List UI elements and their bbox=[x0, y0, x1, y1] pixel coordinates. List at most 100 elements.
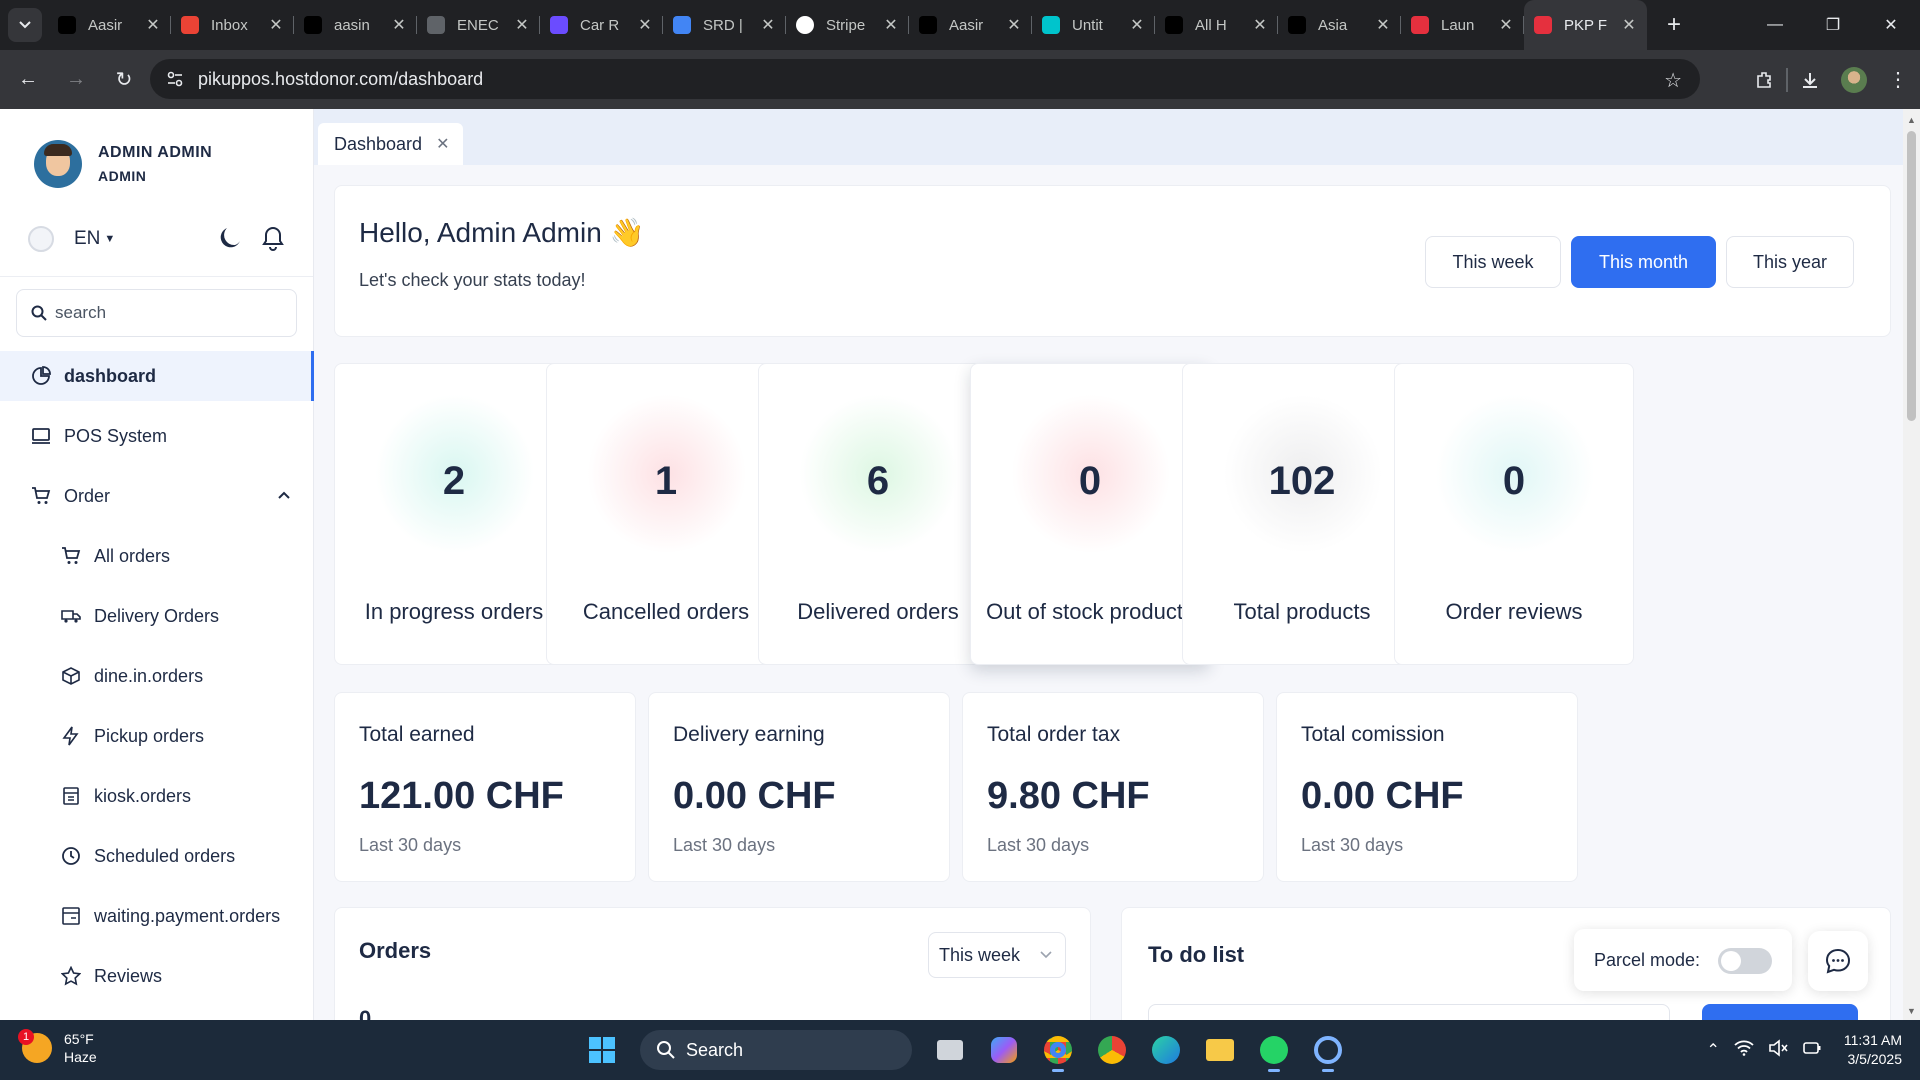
volume-muted-icon[interactable] bbox=[1768, 1038, 1788, 1062]
new-tab-button[interactable]: + bbox=[1657, 8, 1691, 42]
reload-button[interactable]: ↻ bbox=[104, 60, 144, 100]
stat-card[interactable]: 1 Cancelled orders bbox=[546, 363, 786, 665]
caret-down-icon[interactable]: ▼ bbox=[104, 233, 115, 245]
forward-button[interactable]: → bbox=[56, 60, 96, 100]
restore-button[interactable]: ❐ bbox=[1804, 0, 1862, 50]
battery-icon[interactable] bbox=[1802, 1040, 1822, 1061]
browser-tab[interactable]: Car R ✕ bbox=[540, 0, 663, 50]
minimize-button[interactable]: — bbox=[1746, 0, 1804, 50]
close-tab-icon[interactable]: ✕ bbox=[1006, 15, 1022, 35]
page-scrollbar[interactable]: ▲ ▼ bbox=[1903, 109, 1920, 1020]
language-flag-icon[interactable] bbox=[28, 225, 54, 252]
browser-tab[interactable]: Inbox ✕ bbox=[171, 0, 294, 50]
browser-tab[interactable]: Asia ✕ bbox=[1278, 0, 1401, 50]
scroll-down-icon[interactable]: ▼ bbox=[1907, 1006, 1916, 1016]
user-block[interactable]: ADMIN ADMIN ADMIN bbox=[0, 109, 313, 201]
whatsapp-icon[interactable] bbox=[1252, 1028, 1296, 1072]
browser-tab[interactable]: All H ✕ bbox=[1155, 0, 1278, 50]
language-selector[interactable]: EN bbox=[74, 228, 100, 250]
task-view-icon[interactable] bbox=[928, 1028, 972, 1072]
file-explorer-icon[interactable] bbox=[1198, 1028, 1242, 1072]
close-tab-icon[interactable]: ✕ bbox=[883, 15, 899, 35]
stat-card[interactable]: 2 In progress orders bbox=[334, 363, 574, 665]
truck-icon bbox=[60, 605, 82, 627]
close-tab-icon[interactable]: ✕ bbox=[145, 15, 161, 35]
bookmark-star-icon[interactable]: ☆ bbox=[1664, 68, 1682, 93]
browser-tab[interactable]: ENEC ✕ bbox=[417, 0, 540, 50]
chrome-profile-icon[interactable] bbox=[1090, 1028, 1134, 1072]
orders-period-select[interactable]: This week bbox=[928, 932, 1066, 978]
stat-card[interactable]: 0 Order reviews bbox=[1394, 363, 1634, 665]
stat-card[interactable]: 102 Total products bbox=[1182, 363, 1422, 665]
wave-emoji-icon: 👋 bbox=[609, 217, 645, 248]
wifi-icon[interactable] bbox=[1734, 1040, 1754, 1061]
back-button[interactable]: ← bbox=[8, 60, 48, 100]
sidebar-item-dine-in-orders[interactable]: dine.in.orders bbox=[0, 651, 313, 701]
app-notification-icon[interactable] bbox=[1306, 1028, 1350, 1072]
sidebar-item-scheduled-orders[interactable]: Scheduled orders bbox=[0, 831, 313, 881]
sidebar-item-kiosk-orders[interactable]: kiosk.orders bbox=[0, 771, 313, 821]
chat-button[interactable] bbox=[1808, 931, 1868, 991]
sidebar-item-waiting-payment-orders[interactable]: waiting.payment.orders bbox=[0, 891, 313, 941]
close-window-button[interactable]: ✕ bbox=[1862, 0, 1920, 50]
browser-tab[interactable]: PKP F ✕ bbox=[1524, 0, 1647, 50]
edge-icon[interactable] bbox=[1144, 1028, 1188, 1072]
sidebar-item-pos-system[interactable]: POS System bbox=[0, 411, 313, 461]
scrollbar-thumb[interactable] bbox=[1907, 131, 1916, 421]
todo-input[interactable] bbox=[1148, 1004, 1670, 1020]
chrome-icon[interactable] bbox=[1036, 1028, 1080, 1072]
browser-tab[interactable]: aasin ✕ bbox=[294, 0, 417, 50]
sidebar-item-all-orders[interactable]: All orders bbox=[0, 531, 313, 581]
tray-chevron-up-icon[interactable]: ⌃ bbox=[1706, 1040, 1719, 1060]
sidebar-search-input[interactable]: search bbox=[16, 289, 297, 337]
sidebar-item-pickup-orders[interactable]: Pickup orders bbox=[0, 711, 313, 761]
bell-icon[interactable] bbox=[261, 225, 285, 256]
browser-tab[interactable]: Laun ✕ bbox=[1401, 0, 1524, 50]
close-tab-icon[interactable]: ✕ bbox=[1498, 15, 1514, 35]
todo-add-button[interactable] bbox=[1702, 1004, 1858, 1020]
close-tab-icon[interactable]: ✕ bbox=[1252, 15, 1268, 35]
filter-this-week-button[interactable]: This week bbox=[1425, 236, 1561, 288]
tab-dashboard[interactable]: Dashboard ✕ bbox=[318, 123, 464, 165]
sidebar-item-dashboard[interactable]: dashboard bbox=[0, 351, 314, 401]
sidebar-item-order[interactable]: Order bbox=[0, 471, 313, 521]
sidebar-item-delivery-orders[interactable]: Delivery Orders bbox=[0, 591, 313, 641]
close-tab-icon[interactable]: ✕ bbox=[436, 134, 449, 154]
browser-tab[interactable]: Stripe ✕ bbox=[786, 0, 909, 50]
close-tab-icon[interactable]: ✕ bbox=[391, 15, 407, 35]
browser-tab[interactable]: SRD | ✕ bbox=[663, 0, 786, 50]
chevron-up-icon[interactable] bbox=[277, 487, 291, 508]
sidebar-item-reviews[interactable]: Reviews bbox=[0, 951, 313, 1001]
extensions-icon[interactable] bbox=[1742, 70, 1786, 90]
taskbar-search[interactable]: Search bbox=[640, 1030, 912, 1070]
close-tab-icon[interactable]: ✕ bbox=[1621, 15, 1637, 35]
profile-avatar[interactable] bbox=[1841, 66, 1867, 93]
moon-icon[interactable] bbox=[217, 225, 243, 256]
address-bar[interactable]: pikuppos.hostdonor.com/dashboard ☆ bbox=[150, 59, 1700, 99]
scroll-up-icon[interactable]: ▲ bbox=[1907, 115, 1916, 125]
browser-tab[interactable]: Aasir ✕ bbox=[48, 0, 171, 50]
weather-widget[interactable]: 1 65°F Haze bbox=[18, 1029, 97, 1066]
stat-card[interactable]: 0 Out of stock products bbox=[970, 363, 1210, 665]
stat-card[interactable]: 6 Delivered orders bbox=[758, 363, 998, 665]
filter-this-year-button[interactable]: This year bbox=[1726, 236, 1854, 288]
browser-menu-icon[interactable]: ⋮ bbox=[1876, 67, 1920, 92]
car-icon bbox=[550, 16, 568, 34]
close-tab-icon[interactable]: ✕ bbox=[514, 15, 530, 35]
tab-search-button[interactable] bbox=[8, 8, 42, 42]
system-clock[interactable]: 11:31 AM 3/5/2025 bbox=[1844, 1031, 1902, 1069]
close-tab-icon[interactable]: ✕ bbox=[1129, 15, 1145, 35]
browser-tab[interactable]: Untit ✕ bbox=[1032, 0, 1155, 50]
start-button[interactable] bbox=[580, 1028, 624, 1072]
site-info-icon[interactable] bbox=[166, 70, 184, 93]
avatar[interactable] bbox=[34, 140, 82, 188]
parcel-mode-toggle[interactable] bbox=[1718, 948, 1772, 974]
filter-this-month-button[interactable]: This month bbox=[1571, 236, 1716, 288]
close-tab-icon[interactable]: ✕ bbox=[1375, 15, 1391, 35]
close-tab-icon[interactable]: ✕ bbox=[637, 15, 653, 35]
copilot-icon[interactable] bbox=[982, 1028, 1026, 1072]
browser-tab[interactable]: Aasir ✕ bbox=[909, 0, 1032, 50]
downloads-icon[interactable] bbox=[1788, 70, 1832, 90]
close-tab-icon[interactable]: ✕ bbox=[268, 15, 284, 35]
close-tab-icon[interactable]: ✕ bbox=[760, 15, 776, 35]
